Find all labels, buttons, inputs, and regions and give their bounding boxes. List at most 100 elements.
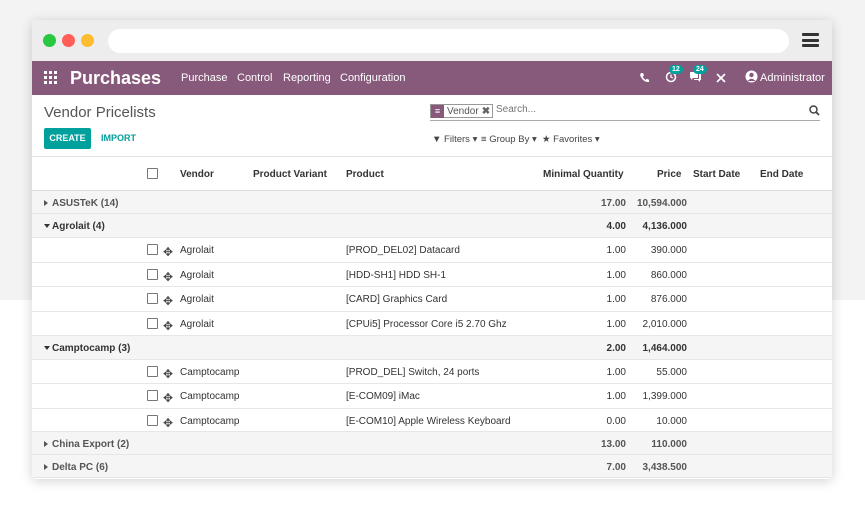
cell-price: 390.000 bbox=[650, 245, 687, 256]
drag-handle-icon[interactable]: ✥ bbox=[163, 367, 173, 381]
table-row[interactable]: ✥ Agrolait [PROD_DEL02] Datacard 1.00 390.00… bbox=[32, 238, 832, 263]
search-facet-vendor[interactable]: ≡ Vendor ✖ bbox=[430, 104, 494, 118]
apps-menu-icon[interactable] bbox=[44, 71, 57, 84]
row-checkbox[interactable] bbox=[147, 366, 158, 377]
browser-window: Purchases Purchase Control Reporting Con… bbox=[32, 20, 832, 479]
cell-vendor: Agrolait bbox=[180, 319, 214, 330]
column-minimal-quantity[interactable]: Minimal Quantity bbox=[543, 169, 624, 180]
table-row[interactable]: ✥ Agrolait [HDD-SH1] HDD SH-1 1.00 860.000 bbox=[32, 263, 832, 287]
window-maximize-dot[interactable] bbox=[43, 34, 56, 47]
group-label: Camptocamp (3) bbox=[52, 343, 131, 354]
menu-purchase[interactable]: Purchase bbox=[181, 72, 227, 84]
table-row[interactable]: ✥ Agrolait [CARD] Graphics Card 1.00 876.000 bbox=[32, 287, 832, 312]
remove-facet-icon[interactable]: ✖ bbox=[482, 106, 492, 117]
window-close-dot[interactable] bbox=[62, 34, 75, 47]
group-by-list-icon: ≡ bbox=[431, 104, 444, 118]
row-checkbox[interactable] bbox=[147, 244, 158, 255]
top-navbar: Purchases Purchase Control Reporting Con… bbox=[32, 61, 832, 95]
drag-handle-icon[interactable]: ✥ bbox=[163, 245, 173, 259]
drag-handle-icon[interactable]: ✥ bbox=[163, 319, 173, 333]
group-label: China Export (2) bbox=[52, 439, 130, 450]
group-row[interactable]: China Export (2) 13.00 110.000 bbox=[32, 432, 832, 455]
row-checkbox[interactable] bbox=[147, 293, 158, 304]
address-bar[interactable] bbox=[108, 29, 789, 53]
caret-right-icon bbox=[44, 200, 48, 206]
cell-minimal-quantity: 1.00 bbox=[606, 367, 626, 378]
group-by-dropdown[interactable]: ≡ Group By ▾ bbox=[481, 134, 537, 145]
favorites-dropdown[interactable]: ★ Favorites ▾ bbox=[542, 134, 600, 145]
search-input[interactable] bbox=[496, 104, 776, 115]
caret-down-icon: ▾ bbox=[531, 134, 537, 145]
row-checkbox[interactable] bbox=[147, 390, 158, 401]
drag-handle-icon[interactable]: ✥ bbox=[163, 391, 173, 405]
activity-count-badge: 12 bbox=[669, 65, 683, 74]
cell-minimal-quantity: 1.00 bbox=[606, 391, 626, 402]
column-vendor[interactable]: Vendor bbox=[180, 169, 214, 180]
cell-price: 10.000 bbox=[656, 416, 687, 427]
table-row[interactable]: ✥ Camptocamp [PROD_DEL] Switch, 24 ports 1.… bbox=[32, 360, 832, 384]
column-product[interactable]: Product bbox=[346, 169, 384, 180]
search-facet-label: Vendor bbox=[447, 105, 479, 117]
cell-price: 4,136.000 bbox=[642, 221, 688, 232]
app-name: Purchases bbox=[70, 68, 162, 88]
caret-right-icon bbox=[44, 441, 48, 447]
cell-price: 2,010.000 bbox=[642, 319, 688, 330]
cell-minimal-quantity: 1.00 bbox=[606, 294, 626, 305]
row-checkbox[interactable] bbox=[147, 318, 158, 329]
column-product-variant[interactable]: Product Variant bbox=[253, 169, 327, 180]
cell-vendor: Agrolait bbox=[180, 294, 214, 305]
user-avatar-icon[interactable] bbox=[745, 70, 758, 83]
phone-icon[interactable] bbox=[639, 72, 649, 83]
cell-product: [E-COM10] Apple Wireless Keyboard bbox=[346, 416, 511, 427]
cell-minimal-quantity: 1.00 bbox=[606, 270, 626, 281]
group-label: Agrolait (4) bbox=[52, 221, 105, 232]
table-row[interactable]: ✥ Camptocamp [E-COM10] Apple Wireless Keyb… bbox=[32, 409, 832, 432]
filter-icon: ▼ bbox=[432, 134, 442, 145]
cell-price: 55.000 bbox=[656, 367, 687, 378]
select-all-checkbox[interactable] bbox=[147, 168, 158, 179]
drag-handle-icon[interactable]: ✥ bbox=[163, 294, 173, 308]
caret-down-icon: ▾ bbox=[594, 134, 600, 145]
drag-handle-icon[interactable]: ✥ bbox=[163, 416, 173, 430]
table-body: ASUSTeK (14) 17.00 10,594.000 Agrolait (4) 4… bbox=[32, 191, 832, 479]
caret-right-icon bbox=[44, 464, 48, 470]
create-button[interactable]: CREATE bbox=[44, 128, 91, 149]
cell-price: 860.000 bbox=[650, 270, 687, 281]
cell-product: [E-COM09] iMac bbox=[346, 391, 420, 402]
group-row[interactable]: ASUSTeK (14) 17.00 10,594.000 bbox=[32, 191, 832, 214]
menu-configuration[interactable]: Configuration bbox=[340, 72, 405, 84]
drag-handle-icon[interactable]: ✥ bbox=[163, 270, 173, 284]
group-row[interactable]: Agrolait (4) 4.00 4,136.000 bbox=[32, 214, 832, 238]
column-start-date[interactable]: Start Date bbox=[693, 169, 740, 180]
table-row[interactable]: ✥ Camptocamp [E-COM09] iMac 1.00 1,399.000 bbox=[32, 384, 832, 409]
filters-dropdown[interactable]: ▼ Filters ▾ bbox=[432, 134, 477, 145]
group-row[interactable]: Camptocamp (3) 2.00 1,464.000 bbox=[32, 336, 832, 360]
column-price[interactable]: Price bbox=[657, 169, 681, 180]
table-row[interactable]: ✥ Agrolait [CPUi5] Processor Core i5 2.70 … bbox=[32, 312, 832, 336]
cell-minimal-quantity: 13.00 bbox=[600, 439, 626, 450]
cell-minimal-quantity: 2.00 bbox=[606, 343, 626, 354]
cell-minimal-quantity: 7.00 bbox=[606, 462, 626, 473]
browser-menu-icon[interactable] bbox=[802, 33, 819, 47]
cell-vendor: Agrolait bbox=[180, 245, 214, 256]
caret-down-icon bbox=[44, 224, 50, 228]
cell-product: [HDD-SH1] HDD SH-1 bbox=[346, 270, 447, 281]
cell-product: [PROD_DEL] Switch, 24 ports bbox=[346, 367, 480, 378]
menu-reporting[interactable]: Reporting bbox=[283, 72, 331, 84]
caret-down-icon bbox=[44, 346, 50, 350]
tools-icon[interactable] bbox=[716, 73, 726, 83]
cell-price: 876.000 bbox=[650, 294, 687, 305]
cell-minimal-quantity: 17.00 bbox=[600, 198, 626, 209]
user-menu[interactable]: Administrator bbox=[760, 72, 825, 84]
cell-minimal-quantity: 1.00 bbox=[606, 245, 626, 256]
row-checkbox[interactable] bbox=[147, 415, 158, 426]
page-title: Vendor Pricelists bbox=[44, 104, 156, 121]
menu-control[interactable]: Control bbox=[237, 72, 272, 84]
group-row[interactable]: Delta PC (6) 7.00 3,438.500 bbox=[32, 455, 832, 478]
search-icon[interactable] bbox=[809, 105, 820, 116]
column-end-date[interactable]: End Date bbox=[760, 169, 803, 180]
cell-price: 3,438.500 bbox=[642, 462, 688, 473]
import-button[interactable]: IMPORT bbox=[101, 128, 136, 149]
row-checkbox[interactable] bbox=[147, 269, 158, 280]
window-minimize-dot[interactable] bbox=[81, 34, 94, 47]
